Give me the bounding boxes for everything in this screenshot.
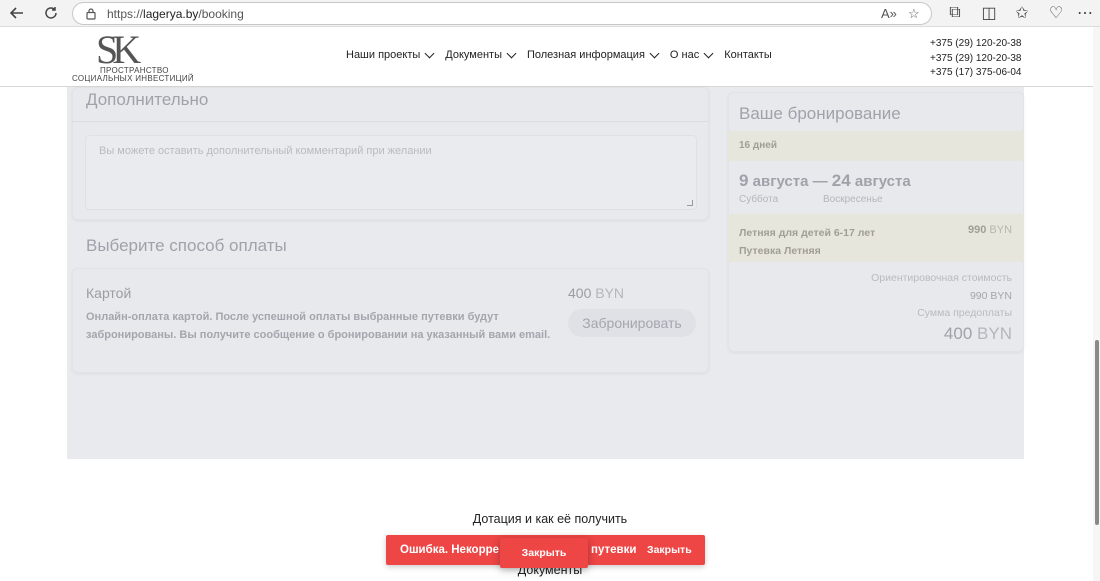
nav-label: Наши проекты — [346, 49, 420, 61]
main-nav: Наши проекты Документы Полезная информац… — [346, 49, 772, 61]
payment-method-description: Онлайн-оплата картой. После успешной опл… — [86, 308, 556, 344]
start-month: августа — [753, 173, 809, 190]
nav-item-projects[interactable]: Наши проекты — [346, 49, 433, 61]
read-aloud-icon[interactable]: A» — [881, 6, 897, 21]
phone-link[interactable]: +375 (29) 120-20-38 — [930, 37, 1021, 52]
payment-price: 400 BYN — [568, 285, 624, 301]
date-dash: — — [813, 173, 828, 190]
summary-title: Ваше бронирование — [739, 104, 901, 124]
comment-placeholder: Вы можете оставить дополнительный коммен… — [99, 145, 432, 157]
divider — [72, 121, 709, 122]
tour-name-line2: Путевка Летняя — [739, 242, 875, 260]
back-icon[interactable] — [6, 3, 28, 23]
nav-label: Контакты — [724, 49, 772, 61]
nav-item-about[interactable]: О нас — [670, 49, 712, 61]
browser-toolbar: https://lagerya.by/booking A» ☆ ⧉ ◫ ✩ ♡ … — [0, 0, 1100, 27]
price-value: 400 — [568, 285, 591, 301]
nav-label: Полезная информация — [527, 49, 645, 61]
toast-popup: Закрыть — [500, 538, 588, 568]
nav-item-contacts[interactable]: Контакты — [724, 49, 772, 61]
price-currency: BYN — [595, 285, 624, 301]
prepayment-value: 400 BYN — [944, 324, 1012, 344]
phone-link[interactable]: +375 (17) 375-06-04 — [930, 66, 1021, 81]
url-path: /booking — [198, 7, 243, 21]
chevron-down-icon — [649, 48, 659, 58]
payment-title: Выберите способ оплаты — [86, 236, 287, 256]
resize-handle-icon[interactable] — [687, 200, 693, 206]
estimated-cost-label: Ориентировочная стоимость — [871, 272, 1012, 284]
tour-price-value: 990 — [968, 224, 986, 236]
estimated-currency: BYN — [990, 290, 1012, 302]
reload-icon[interactable] — [40, 3, 62, 23]
logo[interactable]: SK — [96, 30, 135, 70]
url-domain: lagerya.by — [143, 7, 198, 21]
browser-essentials-icon[interactable]: ♡ — [1045, 3, 1067, 23]
prepayment-label: Сумма предоплаты — [917, 307, 1012, 319]
estimated-cost-value: 990 BYN — [970, 290, 1012, 302]
logo-subtitle-line2: СОЦИАЛЬНЫХ ИНВЕСТИЦИЙ — [72, 74, 194, 83]
duration-text: 16 дней — [739, 140, 777, 151]
url-prefix: https:// — [107, 7, 143, 21]
chevron-down-icon — [507, 48, 517, 58]
nav-item-documents[interactable]: Документы — [445, 49, 515, 61]
address-bar[interactable]: https://lagerya.by/booking A» ☆ — [72, 2, 932, 25]
tour-name-line1: Летняя для детей 6-17 лет — [739, 224, 875, 242]
favorite-icon[interactable]: ☆ — [908, 6, 920, 22]
toast-message-end: путевки — [591, 544, 636, 556]
chevron-down-icon — [425, 48, 435, 58]
start-day: 9 — [739, 171, 748, 190]
tour-price-currency: BYN — [989, 224, 1012, 236]
nav-label: Документы — [445, 49, 502, 61]
book-button[interactable]: Забронировать — [568, 309, 696, 337]
tour-price: 990 BYN — [968, 224, 1012, 236]
split-screen-icon[interactable]: ◫ — [978, 3, 1000, 23]
nav-label: О нас — [670, 49, 699, 61]
end-weekday: Воскресенье — [823, 194, 883, 205]
extensions-icon[interactable]: ⧉ — [944, 3, 966, 23]
url-text: https://lagerya.by/booking — [107, 7, 244, 21]
phone-link[interactable]: +375 (29) 120-20-38 — [930, 52, 1021, 67]
date-range: 9 августа — 24 августа — [739, 171, 911, 191]
additional-title: Дополнительно — [86, 90, 208, 110]
popup-close-button[interactable]: Закрыть — [500, 547, 588, 559]
start-weekday: Суббота — [739, 194, 778, 205]
chevron-down-icon — [704, 48, 714, 58]
site-header: SK ПРОСТРАНСТВО СОЦИАЛЬНЫХ ИНВЕСТИЦИЙ На… — [0, 27, 1100, 87]
scrollbar-thumb[interactable] — [1095, 340, 1099, 525]
prepay-currency: BYN — [977, 324, 1012, 343]
prepay-value: 400 — [944, 324, 972, 343]
toast-message-start: Ошибка. Некорре — [400, 544, 499, 556]
subsidy-link[interactable]: Дотация и как её получить — [0, 512, 1100, 526]
estimated-value: 990 — [970, 290, 988, 302]
tour-name: Летняя для детей 6-17 лет Путевка Летняя — [739, 224, 875, 260]
favorites-icon[interactable]: ✩ — [1011, 3, 1033, 23]
comment-textarea[interactable]: Вы можете оставить дополнительный коммен… — [85, 135, 697, 210]
payment-method-title: Картой — [86, 285, 131, 301]
end-month: августа — [855, 173, 911, 190]
phone-list: +375 (29) 120-20-38 +375 (29) 120-20-38 … — [930, 37, 1021, 81]
lock-icon — [85, 7, 97, 20]
end-day: 24 — [832, 171, 851, 190]
nav-item-useful-info[interactable]: Полезная информация — [527, 49, 658, 61]
toast-close-button[interactable]: Закрыть — [647, 544, 692, 556]
more-icon[interactable]: ⋯ — [1074, 3, 1096, 23]
